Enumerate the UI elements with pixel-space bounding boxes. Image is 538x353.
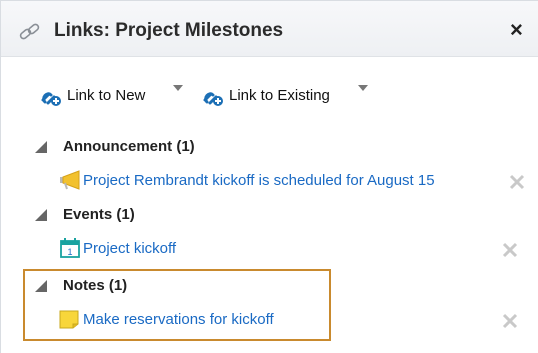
section-events[interactable]: Events (1) (35, 206, 235, 226)
section-announcement[interactable]: Announcement (1) (35, 138, 335, 158)
section-label: Announcement (1) (63, 138, 195, 155)
panel-header: Links: Project Milestones × (1, 1, 538, 57)
calendar-day: 1 (67, 247, 72, 257)
list-item: Project Rembrandt kickoff is scheduled f… (59, 170, 499, 192)
remove-x-icon[interactable] (502, 313, 518, 329)
section-label: Events (1) (63, 206, 135, 223)
section-notes[interactable]: Notes (1) (35, 277, 235, 297)
remove-x-icon[interactable] (509, 174, 525, 190)
list-item: Make reservations for kickoff (59, 309, 329, 331)
note-icon (59, 310, 79, 329)
chevron-down-icon (358, 85, 368, 91)
list-item: 1 Project kickoff (59, 238, 259, 260)
chevron-down-icon (173, 85, 183, 91)
link-to-new-button[interactable]: Link to New (40, 85, 190, 107)
add-link-icon (41, 92, 61, 106)
link-to-new-label: Link to New (67, 87, 146, 104)
collapse-triangle-icon[interactable] (35, 209, 47, 221)
note-link[interactable]: Make reservations for kickoff (83, 311, 274, 328)
event-link[interactable]: Project kickoff (83, 240, 176, 257)
panel-title: Links: Project Milestones (54, 20, 284, 41)
section-label: Notes (1) (63, 277, 128, 294)
link-icon (18, 22, 42, 47)
close-icon[interactable]: × (510, 17, 523, 43)
remove-x-icon[interactable] (502, 242, 518, 258)
announcement-link[interactable]: Project Rembrandt kickoff is scheduled f… (83, 172, 435, 189)
add-link-icon (203, 92, 223, 106)
links-panel: Links: Project Milestones × Link to New (0, 0, 538, 353)
megaphone-icon (60, 170, 80, 190)
link-to-existing-label: Link to Existing (229, 87, 330, 104)
collapse-triangle-icon[interactable] (35, 280, 47, 292)
link-to-existing-button[interactable]: Link to Existing (202, 85, 382, 107)
calendar-icon: 1 (60, 238, 80, 258)
collapse-triangle-icon[interactable] (35, 141, 47, 153)
